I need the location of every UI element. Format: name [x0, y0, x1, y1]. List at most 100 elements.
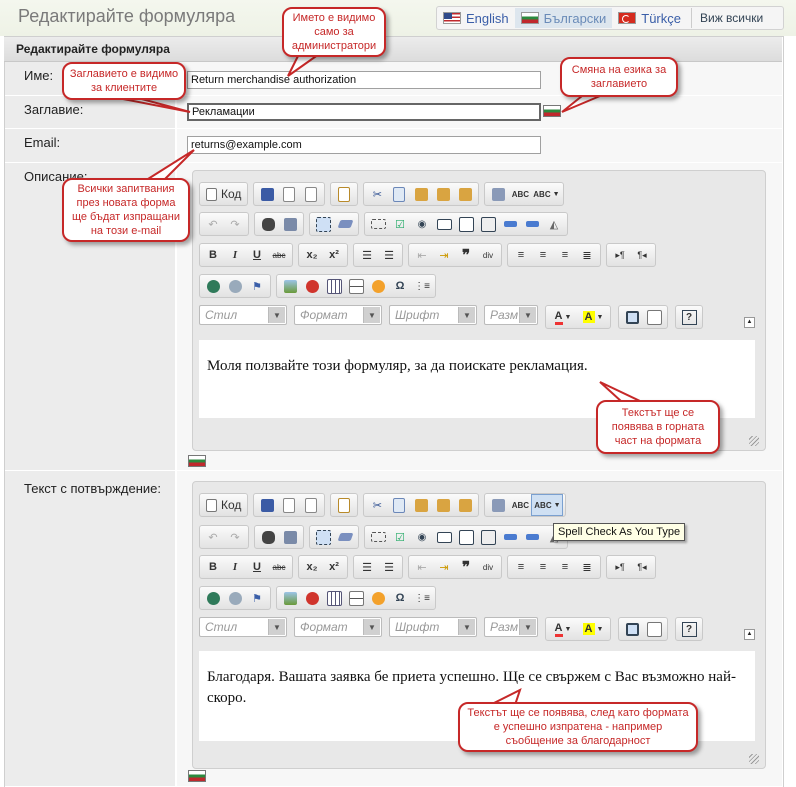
lang-turkish[interactable]: Türkçe: [612, 8, 687, 28]
flash-button[interactable]: [301, 276, 323, 296]
superscript-button[interactable]: x²: [323, 245, 345, 265]
outdent-button[interactable]: ⇤: [411, 245, 433, 265]
paste-word-button[interactable]: [454, 495, 476, 515]
numbered-list-button[interactable]: ☰: [356, 245, 378, 265]
div-button[interactable]: div: [477, 557, 499, 577]
ltr-button[interactable]: ▸¶: [609, 245, 631, 265]
save-button[interactable]: [256, 184, 278, 204]
find-button[interactable]: [257, 214, 279, 234]
style-combo[interactable]: Стил ▼: [199, 305, 287, 325]
bulleted-list-button[interactable]: ☰: [378, 557, 400, 577]
copy-button[interactable]: [388, 184, 410, 204]
maximize-button[interactable]: [621, 307, 643, 327]
cut-button[interactable]: ✂: [366, 184, 388, 204]
indent-button[interactable]: ⇥: [433, 245, 455, 265]
underline-button[interactable]: U: [246, 245, 268, 265]
bg-color-button[interactable]: A ▼: [578, 619, 608, 639]
collapse-toolbar-button[interactable]: ▲: [744, 629, 755, 640]
lang-english[interactable]: English: [437, 8, 515, 28]
justify-button[interactable]: ≣: [576, 245, 598, 265]
textfield-button[interactable]: [433, 527, 455, 547]
link-button[interactable]: [202, 588, 224, 608]
undo-button[interactable]: ↶: [202, 527, 224, 547]
maximize-button[interactable]: [621, 619, 643, 639]
resize-handle[interactable]: [749, 436, 759, 446]
smiley-button[interactable]: [367, 588, 389, 608]
redo-button[interactable]: ↷: [224, 214, 246, 234]
unlink-button[interactable]: [224, 276, 246, 296]
special-char-button[interactable]: Ω: [389, 276, 411, 296]
paste-text-button[interactable]: [432, 495, 454, 515]
email-field[interactable]: [187, 136, 541, 154]
underline-button[interactable]: U: [246, 557, 268, 577]
checkbox-button[interactable]: ☑: [389, 527, 411, 547]
print-button[interactable]: [487, 184, 509, 204]
italic-button[interactable]: I: [224, 557, 246, 577]
bg-flag-icon[interactable]: [543, 105, 561, 117]
button-button[interactable]: [499, 214, 521, 234]
find-button[interactable]: [257, 527, 279, 547]
image-button-button[interactable]: [521, 527, 543, 547]
templates-button[interactable]: [333, 495, 355, 515]
copy-button[interactable]: [388, 495, 410, 515]
align-right-button[interactable]: ≡: [554, 245, 576, 265]
about-button[interactable]: ?: [678, 619, 700, 639]
select-all-button[interactable]: [312, 527, 334, 547]
bold-button[interactable]: B: [202, 557, 224, 577]
spellcheck-button[interactable]: ABC: [509, 495, 531, 515]
subscript-button[interactable]: x₂: [301, 245, 323, 265]
superscript-button[interactable]: x²: [323, 557, 345, 577]
image-button-button[interactable]: [521, 214, 543, 234]
link-button[interactable]: [202, 276, 224, 296]
anchor-button[interactable]: ⚑: [246, 588, 268, 608]
paste-button[interactable]: [410, 495, 432, 515]
about-button[interactable]: ?: [678, 307, 700, 327]
radio-button[interactable]: ◉: [411, 527, 433, 547]
subscript-button[interactable]: x₂: [301, 557, 323, 577]
horizontal-rule-button[interactable]: [345, 276, 367, 296]
hidden-field-button[interactable]: ◭: [543, 214, 565, 234]
format-combo[interactable]: Формат ▼: [294, 617, 382, 637]
paste-text-button[interactable]: [432, 184, 454, 204]
flash-button[interactable]: [301, 588, 323, 608]
text-color-button[interactable]: A ▼: [548, 307, 578, 327]
cut-button[interactable]: ✂: [366, 495, 388, 515]
form-button[interactable]: [367, 527, 389, 547]
italic-button[interactable]: I: [224, 245, 246, 265]
print-button[interactable]: [487, 495, 509, 515]
replace-button[interactable]: [279, 214, 301, 234]
table-button[interactable]: [323, 276, 345, 296]
justify-button[interactable]: ≣: [576, 557, 598, 577]
bulleted-list-button[interactable]: ☰: [378, 245, 400, 265]
new-page-button[interactable]: [278, 495, 300, 515]
outdent-button[interactable]: ⇤: [411, 557, 433, 577]
templates-button[interactable]: [333, 184, 355, 204]
paste-button[interactable]: [410, 184, 432, 204]
text-color-button[interactable]: A ▼: [548, 619, 578, 639]
align-left-button[interactable]: ≡: [510, 245, 532, 265]
blockquote-button[interactable]: ❞: [455, 245, 477, 265]
collapse-toolbar-button[interactable]: ▲: [744, 317, 755, 328]
anchor-button[interactable]: ⚑: [246, 276, 268, 296]
show-blocks-button[interactable]: [643, 619, 665, 639]
textfield-button[interactable]: [433, 214, 455, 234]
new-page-button[interactable]: [278, 184, 300, 204]
bg-flag-icon[interactable]: [188, 770, 206, 782]
name-field[interactable]: [187, 71, 541, 89]
smiley-button[interactable]: [367, 276, 389, 296]
redo-button[interactable]: ↷: [224, 527, 246, 547]
align-left-button[interactable]: ≡: [510, 557, 532, 577]
source-button[interactable]: Код: [202, 184, 245, 204]
numbered-list-button[interactable]: ☰: [356, 557, 378, 577]
remove-format-button[interactable]: [334, 527, 356, 547]
radio-button[interactable]: ◉: [411, 214, 433, 234]
format-combo[interactable]: Формат ▼: [294, 305, 382, 325]
source-button[interactable]: Код: [202, 495, 245, 515]
special-char-button[interactable]: Ω: [389, 588, 411, 608]
size-combo[interactable]: Разм ▼: [484, 617, 538, 637]
lang-bulgarian[interactable]: Български: [514, 8, 613, 28]
view-all-link[interactable]: Виж всички: [690, 8, 769, 28]
bg-color-button[interactable]: A ▼: [578, 307, 608, 327]
image-button[interactable]: [279, 588, 301, 608]
textarea-button[interactable]: [455, 214, 477, 234]
